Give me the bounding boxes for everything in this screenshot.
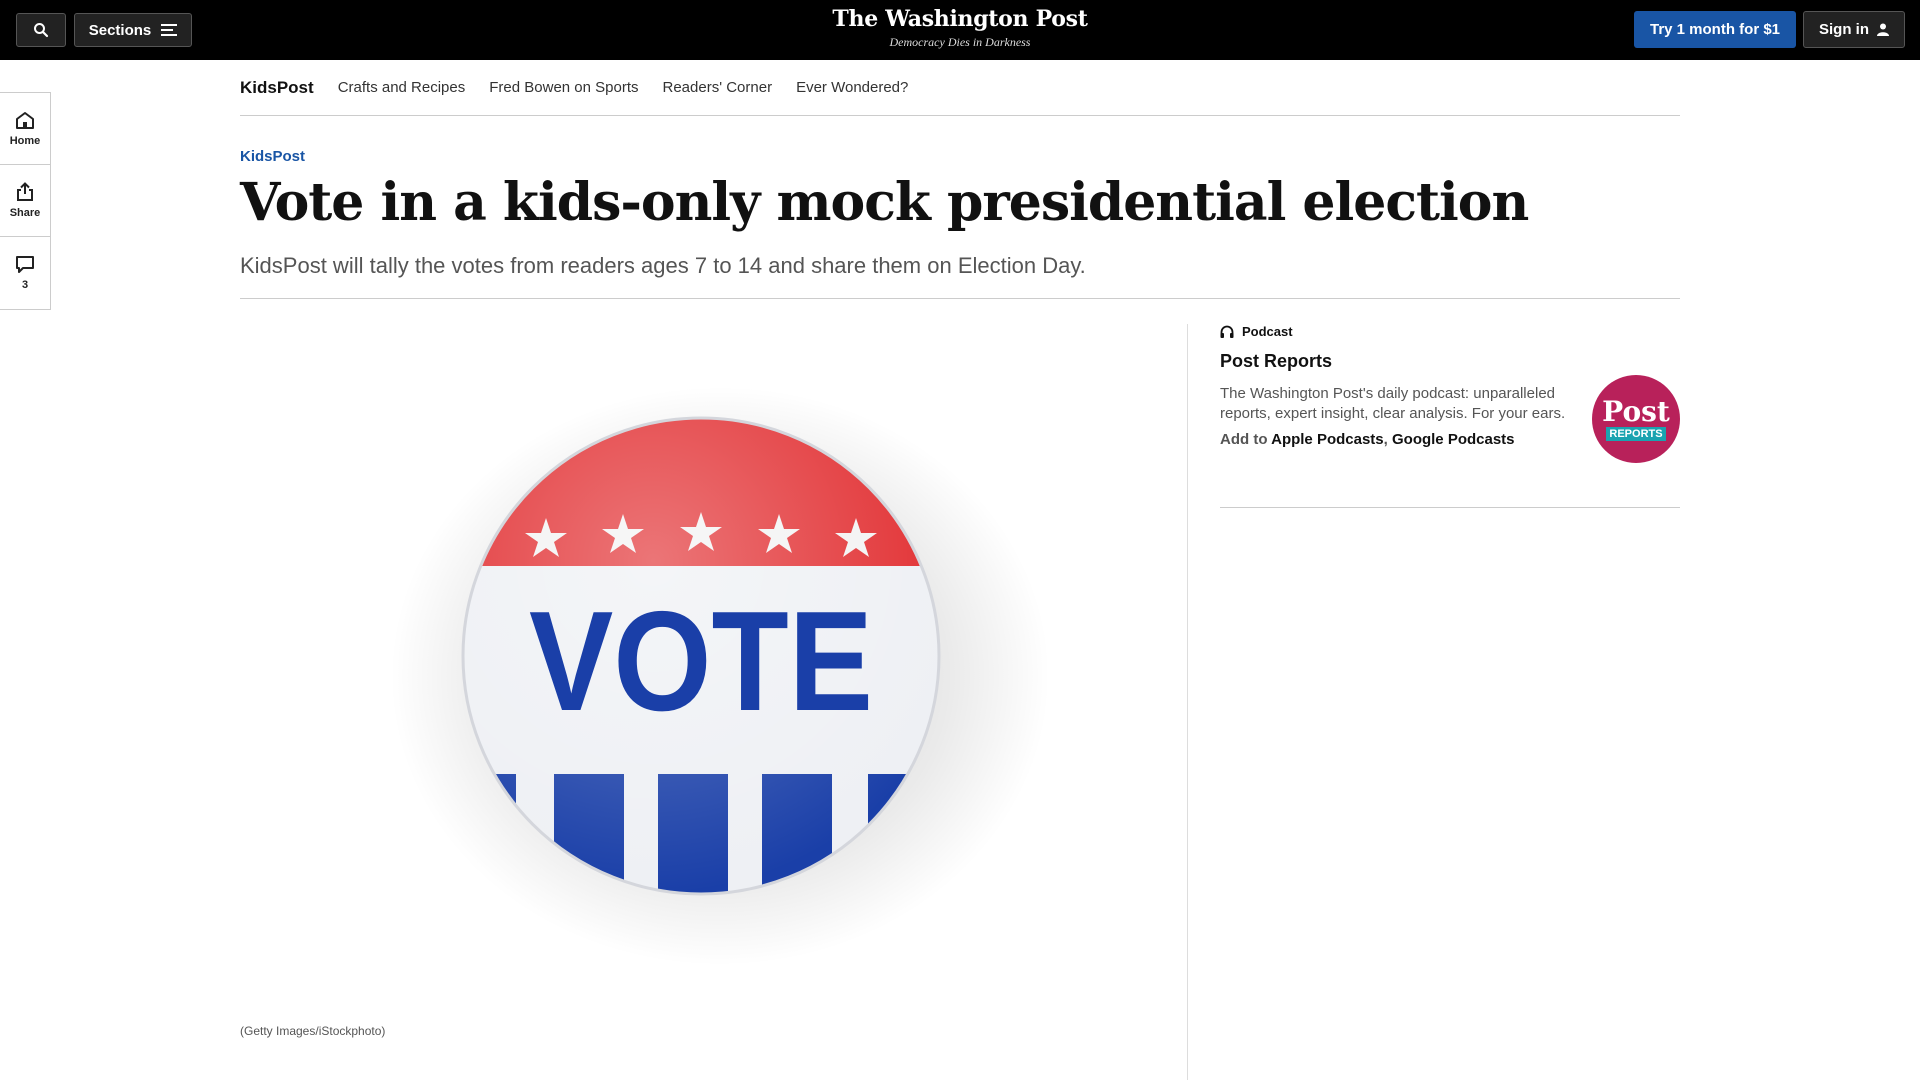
top-bar: Sections The Washington Post Democracy D… — [0, 0, 1920, 60]
column-divider — [1187, 324, 1188, 1080]
article-headline: Vote in a kids-only mock presidential el… — [240, 172, 1529, 233]
user-icon — [1877, 23, 1889, 36]
subscribe-button[interactable]: Try 1 month for $1 — [1634, 11, 1796, 48]
share-label: Share — [9, 207, 41, 219]
site-logo: The Washington Post — [832, 6, 1088, 32]
left-rail: Home Share 3 — [0, 92, 51, 310]
podcast-add-links: Add to Apple Podcasts, Google Podcasts — [1220, 431, 1515, 448]
masthead[interactable]: The Washington Post Democracy Dies in Da… — [760, 6, 1160, 50]
podcast-promo: Podcast Post Reports The Washington Post… — [1220, 324, 1680, 508]
article-kicker[interactable]: KidsPost — [240, 148, 305, 165]
podcast-label-text: Podcast — [1242, 324, 1293, 339]
section-nav-link[interactable]: Fred Bowen on Sports — [489, 79, 638, 96]
section-nav-link[interactable]: Ever Wondered? — [796, 79, 908, 96]
comments-button[interactable]: 3 — [0, 237, 50, 309]
podcast-description: The Washington Post's daily podcast: unp… — [1220, 385, 1566, 422]
podcast-label: Podcast — [1220, 324, 1293, 339]
section-nav-link[interactable]: Readers' Corner — [663, 79, 773, 96]
section-nav: KidsPost Crafts and Recipes Fred Bowen o… — [240, 60, 1680, 116]
podcast-title[interactable]: Post Reports — [1220, 351, 1332, 372]
google-podcasts-link[interactable]: Google Podcasts — [1392, 431, 1515, 448]
sign-in-label: Sign in — [1819, 21, 1869, 38]
sections-label: Sections — [88, 21, 152, 39]
add-to-label: Add to — [1220, 431, 1268, 448]
post-reports-logo[interactable]: Post REPORTS — [1592, 375, 1680, 463]
headphones-icon — [1220, 325, 1234, 338]
image-caption: (Getty Images/iStockphoto) — [240, 1024, 386, 1038]
vote-button-image: VOTE — [390, 386, 1050, 966]
home-label: Home — [9, 134, 41, 147]
section-nav-link[interactable]: Crafts and Recipes — [338, 79, 466, 96]
search-icon — [34, 23, 49, 38]
share-icon — [17, 182, 33, 201]
search-button[interactable] — [16, 13, 66, 47]
share-button[interactable]: Share — [0, 165, 50, 237]
comments-count: 3 — [21, 279, 29, 291]
article-image: VOTE — [240, 324, 1148, 1014]
home-icon — [16, 111, 34, 129]
menu-icon — [161, 24, 178, 36]
section-nav-brand[interactable]: KidsPost — [240, 78, 314, 98]
vote-button-text: VOTE — [529, 582, 873, 741]
site-tagline: Democracy Dies in Darkness — [889, 35, 1031, 49]
post-reports-logo-line2: REPORTS — [1606, 426, 1666, 441]
sections-button[interactable]: Sections — [74, 13, 192, 47]
divider — [240, 298, 1680, 299]
comment-icon — [16, 256, 34, 273]
post-reports-logo-line1: Post — [1602, 394, 1670, 428]
sign-in-button[interactable]: Sign in — [1803, 11, 1905, 48]
article-dek: KidsPost will tally the votes from reade… — [240, 253, 1086, 278]
apple-podcasts-link[interactable]: Apple Podcasts — [1271, 431, 1384, 448]
home-button[interactable]: Home — [0, 93, 50, 165]
